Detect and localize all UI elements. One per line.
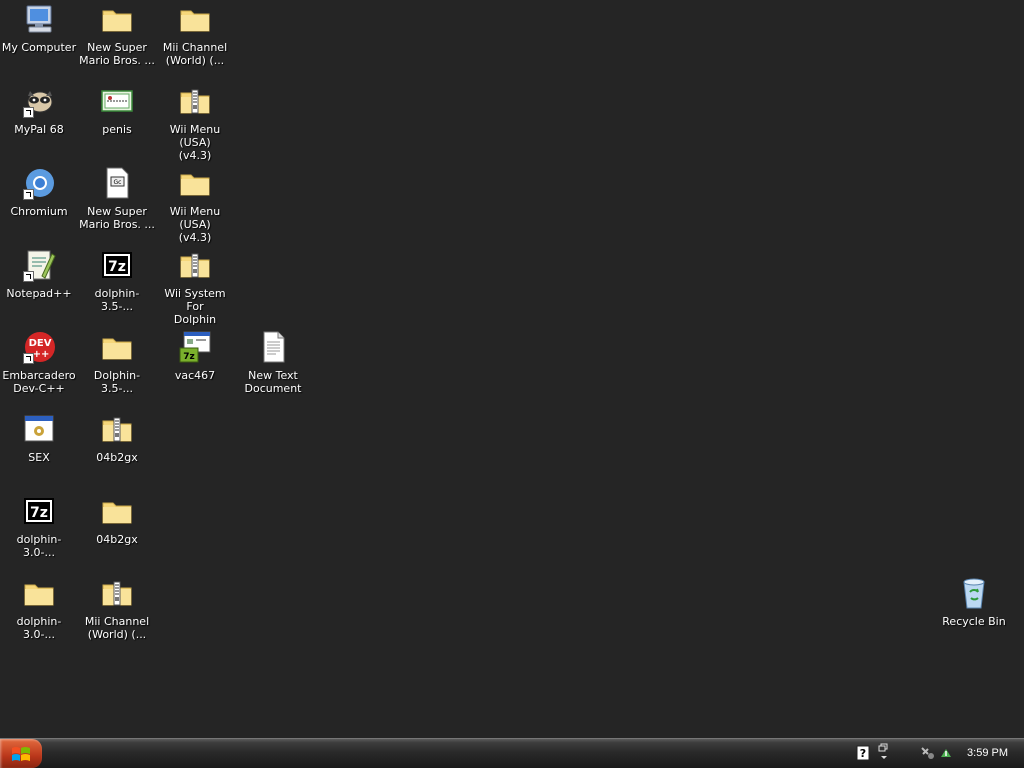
desktop-icon-dolphin35-7z[interactable]: 7z dolphin-3.5-... [78, 248, 156, 313]
icon-label: 04b2gx [96, 451, 138, 464]
safely-remove-hardware-icon[interactable] [938, 745, 954, 765]
help-icon[interactable]: ? [856, 745, 870, 765]
zip-folder-icon [178, 248, 212, 282]
icon-label: 04b2gx [96, 533, 138, 546]
desktop-icon-notepadpp[interactable]: Notepad++ [0, 248, 78, 300]
desktop-icon-wii-menu-folder[interactable]: Wii Menu (USA) (v4.3) [156, 166, 234, 244]
icon-label: dolphin-3.0-... [16, 615, 62, 641]
mypal-icon [22, 84, 56, 118]
folder-icon [100, 494, 134, 528]
desktop-icon-my-computer[interactable]: My Computer [0, 2, 78, 54]
desktop-icon-mypal[interactable]: MyPal 68 [0, 84, 78, 136]
shortcut-arrow-icon [23, 107, 34, 118]
system-tray: ? 3:59 PM [846, 739, 1024, 768]
desktop-icon-wii-system-zip[interactable]: Wii System For Dolphin [156, 248, 234, 326]
desktop-icon-chromium[interactable]: Chromium [0, 166, 78, 218]
svg-text:DEV: DEV [29, 338, 52, 349]
7zip-sfx-icon: 7z [178, 330, 212, 364]
icon-label: Wii Menu (USA) (v4.3) [169, 123, 221, 162]
clock[interactable]: 3:59 PM [967, 747, 1008, 759]
desktop-icon-dolphin35-folder[interactable]: Dolphin-3.5-... [78, 330, 156, 395]
desktop-icon-wii-menu-zip[interactable]: Wii Menu (USA) (v4.3) [156, 84, 234, 162]
image-file-icon [100, 84, 134, 118]
desktop-icon-recycle-bin[interactable]: Recycle Bin [935, 576, 1013, 628]
desktop-icon-04b2gx-folder[interactable]: 04b2gx [78, 494, 156, 546]
chromium-icon [22, 166, 56, 200]
desktop-icon-dolphin30-7z[interactable]: 7z dolphin-3.0-... [0, 494, 78, 559]
text-document-icon [256, 330, 290, 364]
shortcut-arrow-icon [23, 189, 34, 200]
7zip-archive-icon: 7z [22, 494, 56, 528]
icon-label: New Text Document [244, 369, 302, 395]
application-window-icon [22, 412, 56, 446]
desktop-icon-nsmb-folder[interactable]: New Super Mario Bros. ... [78, 2, 156, 67]
network-tools-icon[interactable] [920, 745, 936, 765]
svg-text:7z: 7z [108, 259, 126, 275]
icon-label: penis [102, 123, 132, 136]
desktop-icon-penis[interactable]: penis [78, 84, 156, 136]
icon-label: vac467 [174, 369, 216, 382]
svg-text:?: ? [860, 747, 866, 760]
zip-folder-icon [178, 84, 212, 118]
folder-icon [178, 166, 212, 200]
desktop-icon-04b2gx-zip[interactable]: 04b2gx [78, 412, 156, 464]
icon-label: Notepad++ [6, 287, 72, 300]
icon-label: Mii Channel (World) (... [84, 615, 150, 641]
icon-label: MyPal 68 [14, 123, 64, 136]
7zip-archive-icon: 7z [100, 248, 134, 282]
notepadpp-icon [22, 248, 56, 282]
zip-folder-icon [100, 412, 134, 446]
taskbar: ? 3:59 PM [0, 738, 1024, 768]
icon-label: Recycle Bin [942, 615, 1006, 628]
desktop-icon-devcpp[interactable]: DEV ++ Embarcadero Dev-C++ [0, 330, 78, 395]
icon-label: Mii Channel (World) (... [162, 41, 228, 67]
desktop-icon-new-text-document[interactable]: New Text Document [234, 330, 312, 395]
desktop-icon-vac467[interactable]: 7z vac467 [156, 330, 234, 382]
svg-text:Gc: Gc [114, 179, 122, 186]
shortcut-arrow-icon [23, 271, 34, 282]
disc-image-file-icon: Gc [100, 166, 134, 200]
svg-text:7z: 7z [183, 352, 195, 362]
icon-label: My Computer [1, 41, 77, 54]
desktop[interactable]: My Computer MyPal 68 Chromium Notepad++ … [0, 0, 1024, 738]
svg-text:++: ++ [33, 349, 50, 360]
desktop-icon-mii-channel-folder[interactable]: Mii Channel (World) (... [156, 2, 234, 67]
restore-windows-icon[interactable] [878, 742, 890, 766]
devcpp-icon: DEV ++ [22, 330, 56, 364]
icon-label: Wii System For Dolphin [164, 287, 226, 326]
icon-label: dolphin-3.5-... [94, 287, 140, 313]
start-button[interactable] [0, 739, 42, 768]
recycle-bin-icon [957, 576, 991, 610]
folder-icon [100, 2, 134, 36]
icon-label: Chromium [10, 205, 68, 218]
desktop-icon-sex[interactable]: SEX [0, 412, 78, 464]
icon-label: Dolphin-3.5-... [93, 369, 141, 395]
icon-label: dolphin-3.0-... [16, 533, 62, 559]
desktop-icon-dolphin30-folder[interactable]: dolphin-3.0-... [0, 576, 78, 641]
folder-icon [178, 2, 212, 36]
computer-icon [22, 2, 56, 36]
icon-label: Wii Menu (USA) (v4.3) [169, 205, 221, 244]
desktop-icon-nsmb-file[interactable]: Gc New Super Mario Bros. ... [78, 166, 156, 231]
shortcut-arrow-icon [23, 353, 34, 364]
desktop-icon-mii-channel-zip[interactable]: Mii Channel (World) (... [78, 576, 156, 641]
windows-logo-icon [12, 746, 30, 761]
icon-label: New Super Mario Bros. ... [79, 205, 155, 231]
svg-text:7z: 7z [30, 505, 48, 521]
icon-label: Embarcadero Dev-C++ [2, 369, 76, 395]
icon-label: SEX [28, 451, 50, 464]
zip-folder-icon [100, 576, 134, 610]
folder-icon [22, 576, 56, 610]
folder-icon [100, 330, 134, 364]
icon-label: New Super Mario Bros. ... [79, 41, 155, 67]
